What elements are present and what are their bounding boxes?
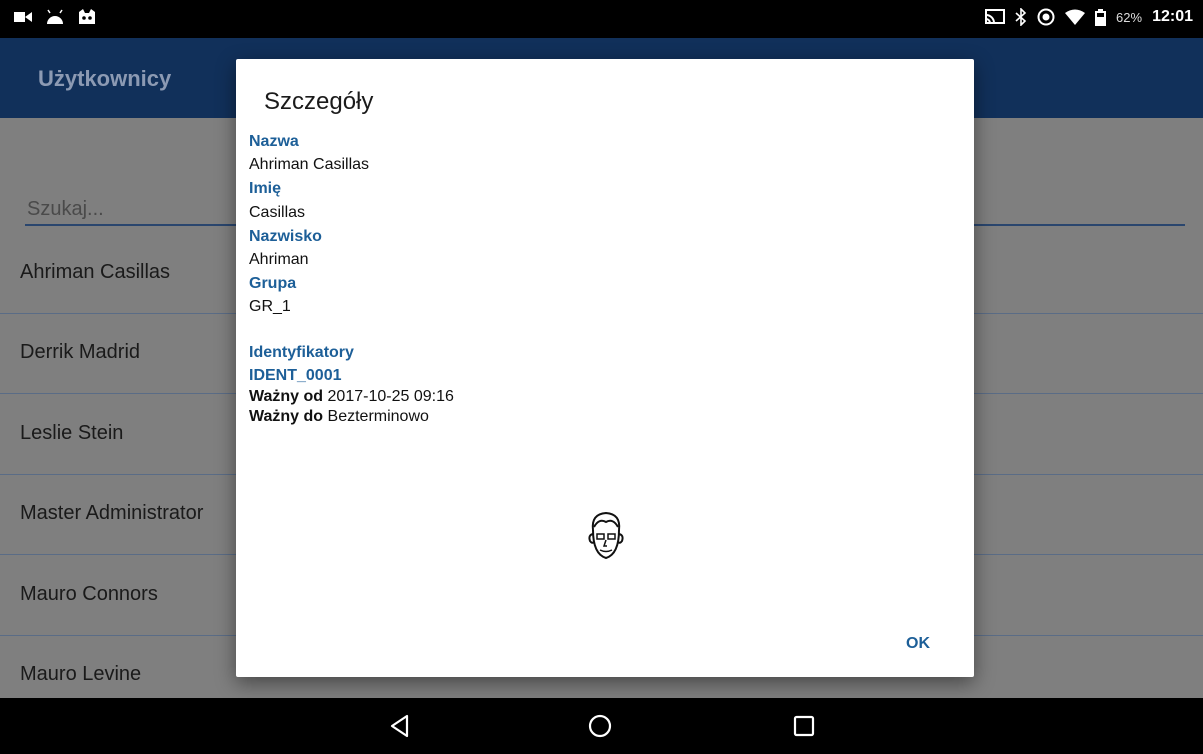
valid-from-label: Ważny od xyxy=(249,388,324,405)
recents-icon[interactable] xyxy=(790,712,818,740)
ident-id: IDENT_0001 xyxy=(249,367,342,384)
bluetooth-icon xyxy=(1015,8,1027,26)
details-dialog: Szczegóły Nazwa Ahriman Casillas Imię Ca… xyxy=(236,59,974,677)
dialog-title: Szczegóły xyxy=(264,88,374,115)
back-icon[interactable] xyxy=(387,712,415,740)
first-name-value: Casillas xyxy=(249,204,306,221)
last-name-label: Nazwisko xyxy=(249,228,322,245)
home-icon[interactable] xyxy=(586,712,614,740)
name-value: Ahriman Casillas xyxy=(249,156,370,173)
app-title: Użytkownicy xyxy=(38,66,172,91)
valid-from-value: 2017-10-25 09:16 xyxy=(327,388,454,405)
do-not-disturb-icon xyxy=(1037,8,1055,26)
wifi-icon xyxy=(1065,9,1086,25)
navigation-bar xyxy=(0,698,1203,754)
name-label: Nazwa xyxy=(249,133,299,150)
list-item-label: Mauro Connors xyxy=(20,583,158,605)
group-label: Grupa xyxy=(249,275,297,292)
valid-from-line: Ważny od 2017-10-25 09:16 xyxy=(249,388,454,406)
valid-to-value: Bezterminowo xyxy=(327,408,429,425)
battery-percentage: 62% xyxy=(1116,9,1143,25)
face-icon xyxy=(588,511,624,560)
identifiers-label: Identyfikatory xyxy=(249,344,354,361)
list-item-label: Mauro Levine xyxy=(20,663,142,685)
ok-button[interactable]: OK xyxy=(906,635,930,653)
status-left-icons xyxy=(14,9,96,25)
cast-icon xyxy=(985,9,1006,24)
android-head-icon xyxy=(47,9,63,24)
status-time: 12:01 xyxy=(1152,8,1193,25)
list-item-label: Derrik Madrid xyxy=(20,341,141,363)
status-bar: 62% 12:01 xyxy=(0,0,1203,38)
search-placeholder: Szukaj... xyxy=(27,198,104,220)
cat-face-icon xyxy=(79,9,95,24)
status-right-icons: 62% 12:01 xyxy=(985,8,1193,26)
valid-to-line: Ważny do Bezterminowo xyxy=(249,408,429,426)
list-item-label: Master Administrator xyxy=(20,502,204,524)
valid-to-label: Ważny do xyxy=(249,408,324,425)
list-item-label: Ahriman Casillas xyxy=(20,261,171,283)
group-value: GR_1 xyxy=(249,298,291,315)
last-name-value: Ahriman xyxy=(249,251,309,268)
first-name-label: Imię xyxy=(249,180,282,197)
video-camera-icon xyxy=(14,12,32,22)
list-item-label: Leslie Stein xyxy=(20,422,124,444)
battery-icon xyxy=(1095,8,1107,26)
